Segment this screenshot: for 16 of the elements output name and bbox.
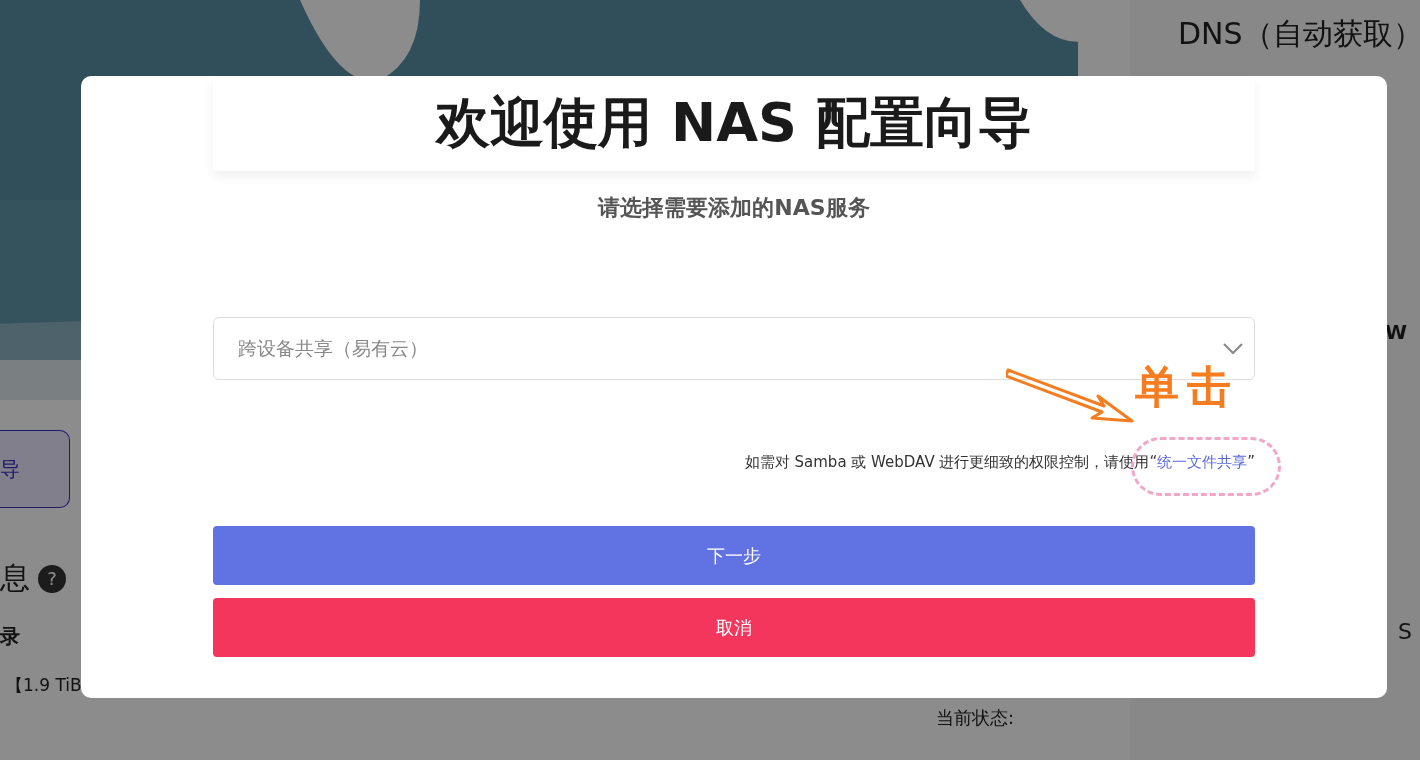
cancel-button[interactable]: 取消: [213, 598, 1255, 657]
row-label: S: [1398, 619, 1413, 644]
disk-label: 【1.9 TiB: [6, 674, 82, 697]
chevron-down-icon: [1222, 341, 1244, 356]
dns-label: DNS（自动获取）: [1178, 15, 1420, 53]
wizard-button[interactable]: 导: [0, 430, 70, 508]
next-button[interactable]: 下一步: [213, 526, 1255, 585]
help-icon[interactable]: ?: [38, 564, 66, 593]
subsection-title: 录: [0, 623, 20, 650]
share-link[interactable]: 统一文件共享: [1157, 453, 1248, 471]
dialog-subtitle: 请选择需要添加的NAS服务: [596, 194, 871, 222]
section-title: 息: [0, 559, 30, 597]
status-label: 当前状态:: [936, 707, 1015, 728]
row-label: W: [1385, 320, 1409, 344]
dialog-title: 欢迎使用 NAS 配置向导: [436, 90, 1032, 156]
hint-text: 如需对 Samba 或 WebDAV 进行更细致的权限控制，请使用“统一文件共享”: [744, 453, 1255, 472]
